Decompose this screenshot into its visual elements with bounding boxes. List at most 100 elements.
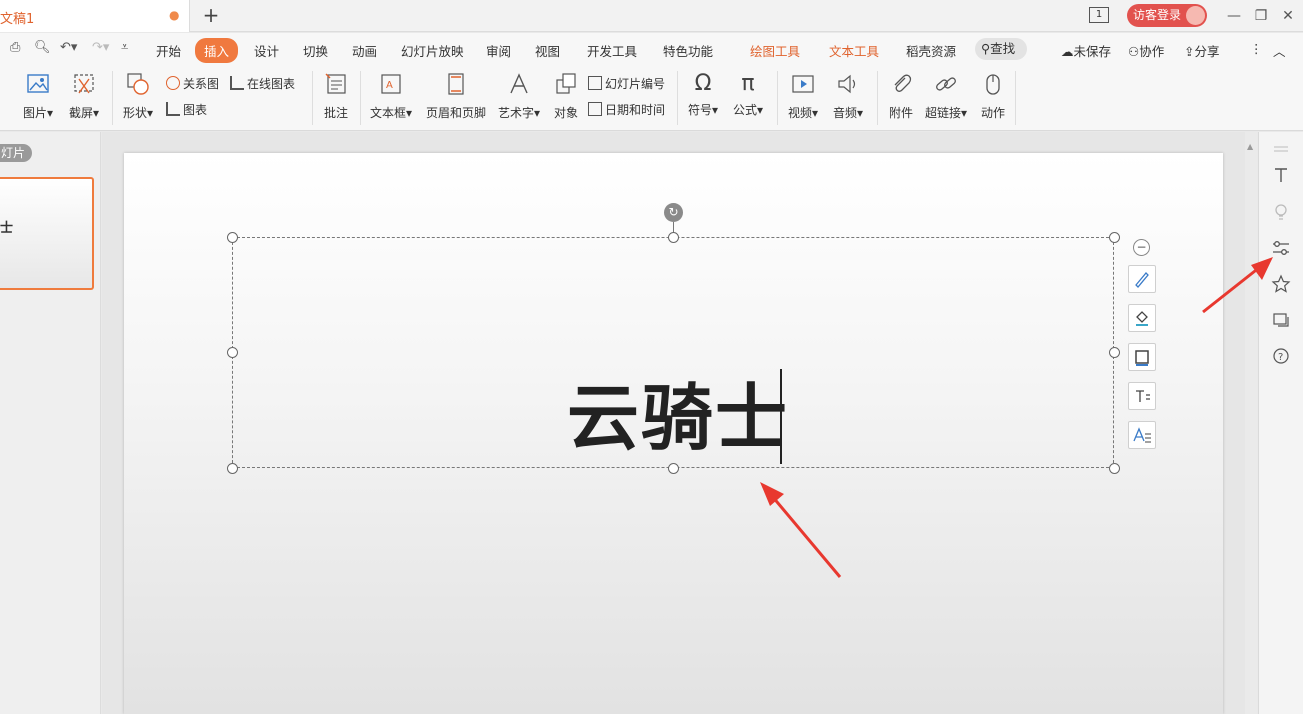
right-task-rail: ? (1258, 132, 1303, 714)
slide-title-text[interactable]: 云骑士 (567, 372, 789, 464)
restore-icon[interactable]: ❐ (1251, 6, 1271, 26)
share-icon: ⇪ (1184, 44, 1195, 59)
document-tab[interactable]: 文稿1 ● (0, 0, 190, 32)
resize-handle[interactable] (1109, 463, 1120, 474)
picture-label: 图片 (22, 106, 47, 120)
comment-label: 批注 (323, 106, 348, 120)
slide-number-button[interactable]: 幻灯片编号 (588, 75, 665, 92)
collaborate-label: 协作 (1139, 44, 1165, 59)
wordart-icon (510, 73, 528, 94)
action-button[interactable]: 动作 (978, 71, 1008, 121)
fill-button[interactable] (1128, 304, 1156, 332)
scroll-up-icon[interactable]: ▲ (1247, 142, 1253, 151)
tab-view[interactable]: 视图 (535, 41, 560, 60)
tab-insert[interactable]: 插入 (195, 38, 239, 63)
quick-access-more-icon[interactable]: ⩡ (121, 40, 128, 55)
wordart-button[interactable]: 艺术字▾ (496, 71, 542, 121)
outline-button[interactable] (1128, 343, 1156, 371)
star-icon[interactable] (1271, 274, 1291, 294)
properties-slider-icon[interactable] (1271, 238, 1291, 258)
tab-developer[interactable]: 开发工具 (587, 41, 637, 60)
resize-handle[interactable] (227, 347, 238, 358)
print-icon[interactable]: ⎙ (10, 40, 20, 55)
share-button[interactable]: ⇪分享 (1184, 41, 1220, 60)
screenshot-icon (74, 74, 94, 94)
rotate-handle-icon[interactable]: ↻ (664, 203, 683, 222)
picture-button[interactable]: 图片▾ (20, 71, 56, 121)
collapse-toolbar-icon[interactable]: − (1133, 239, 1150, 256)
object-button[interactable]: 对象 (552, 71, 580, 121)
undo-icon[interactable]: ↶▾ (60, 40, 77, 55)
new-tab-button[interactable]: + (200, 3, 222, 27)
vertical-scrollbar[interactable]: ▲ (1245, 132, 1257, 714)
hyperlink-label: 超链接 (924, 106, 961, 120)
shape-button[interactable]: 形状▾ (120, 71, 156, 121)
tab-review[interactable]: 审阅 (486, 41, 511, 60)
help-icon[interactable]: ? (1271, 346, 1291, 366)
header-footer-button[interactable]: 页眉和页脚 (425, 71, 487, 121)
audio-button[interactable]: 音频▾ (830, 71, 866, 121)
collapse-ribbon-icon[interactable]: ︿ (1273, 41, 1286, 60)
tab-drawing-tools[interactable]: 绘图工具 (750, 41, 800, 60)
relation-diagram-button[interactable]: 关系图 (166, 75, 219, 92)
object-label: 对象 (553, 106, 578, 120)
online-chart-button[interactable]: 在线图表 (230, 75, 295, 92)
slide-number-label: 幻灯片编号 (605, 77, 666, 91)
slide-thumbnail[interactable]: 士 (0, 177, 94, 290)
paperclip-icon (894, 74, 912, 92)
screenshot-button[interactable]: 截屏▾ (66, 71, 102, 121)
text-format-button[interactable] (1128, 382, 1156, 410)
date-time-button[interactable]: 日期和时间 (588, 101, 665, 118)
header-footer-label: 页眉和页脚 (425, 106, 486, 120)
textbox-button[interactable]: A 文本框▾ (367, 71, 415, 121)
symbol-label: 符号 (687, 103, 712, 117)
action-label: 动作 (980, 106, 1005, 120)
video-button[interactable]: 视频▾ (785, 71, 821, 121)
slide-switch-icon[interactable] (1271, 310, 1291, 330)
visitor-login-button[interactable]: 访客登录 (1127, 4, 1207, 27)
symbol-button[interactable]: Ω 符号▾ (685, 71, 721, 118)
tab-transition[interactable]: 切换 (303, 41, 328, 60)
tab-home[interactable]: 开始 (156, 41, 181, 60)
tab-animation[interactable]: 动画 (352, 41, 377, 60)
lightbulb-icon[interactable] (1271, 202, 1291, 222)
close-icon[interactable]: ✕ (1278, 6, 1298, 26)
slides-tab-badge[interactable]: 灯片 (0, 144, 32, 162)
tab-slideshow[interactable]: 幻灯片放映 (401, 41, 464, 60)
hyperlink-button[interactable]: 超链接▾ (923, 71, 969, 121)
search-button[interactable]: ⚲查找 (975, 38, 1027, 60)
text-effect-button[interactable] (1128, 421, 1156, 449)
resize-handle[interactable] (1109, 232, 1120, 243)
tab-features[interactable]: 特色功能 (663, 41, 713, 60)
chart-button[interactable]: 图表 (166, 101, 207, 118)
text-icon[interactable] (1271, 165, 1291, 185)
unsaved-button[interactable]: ☁未保存 (1061, 41, 1111, 60)
minimize-icon[interactable]: — (1224, 6, 1244, 26)
resize-handle[interactable] (227, 463, 238, 474)
tab-design[interactable]: 设计 (254, 41, 279, 60)
attachment-button[interactable]: 附件 (885, 71, 917, 121)
search-label: 查找 (990, 41, 1016, 56)
slide-thumbnail-text: 士 (0, 221, 14, 236)
window-count-badge[interactable]: 1 (1089, 7, 1109, 23)
ribbon-separator (677, 71, 678, 125)
tab-docer-resources[interactable]: 稻壳资源 (906, 41, 956, 60)
tab-text-tools[interactable]: 文本工具 (829, 41, 879, 60)
formula-button[interactable]: π 公式▾ (730, 71, 766, 118)
more-options-icon[interactable]: ⋮ (1250, 41, 1263, 56)
resize-handle[interactable] (668, 232, 679, 243)
resize-handle[interactable] (668, 463, 679, 474)
collaborate-button[interactable]: ⚇协作 (1128, 41, 1164, 60)
search-icon: ⚲ (981, 41, 991, 56)
audio-label: 音频 (832, 106, 857, 120)
comment-button[interactable]: 批注 (320, 71, 352, 121)
style-brush-button[interactable] (1128, 265, 1156, 293)
resize-handle[interactable] (227, 232, 238, 243)
relation-icon (166, 76, 180, 90)
redo-icon[interactable]: ↷▾ (92, 40, 109, 55)
shape-label: 形状 (122, 106, 147, 120)
unsaved-dot: ● (169, 8, 180, 22)
header-footer-icon (448, 73, 464, 95)
resize-handle[interactable] (1109, 347, 1120, 358)
print-preview-icon[interactable]: 🔍︎ (34, 40, 51, 55)
